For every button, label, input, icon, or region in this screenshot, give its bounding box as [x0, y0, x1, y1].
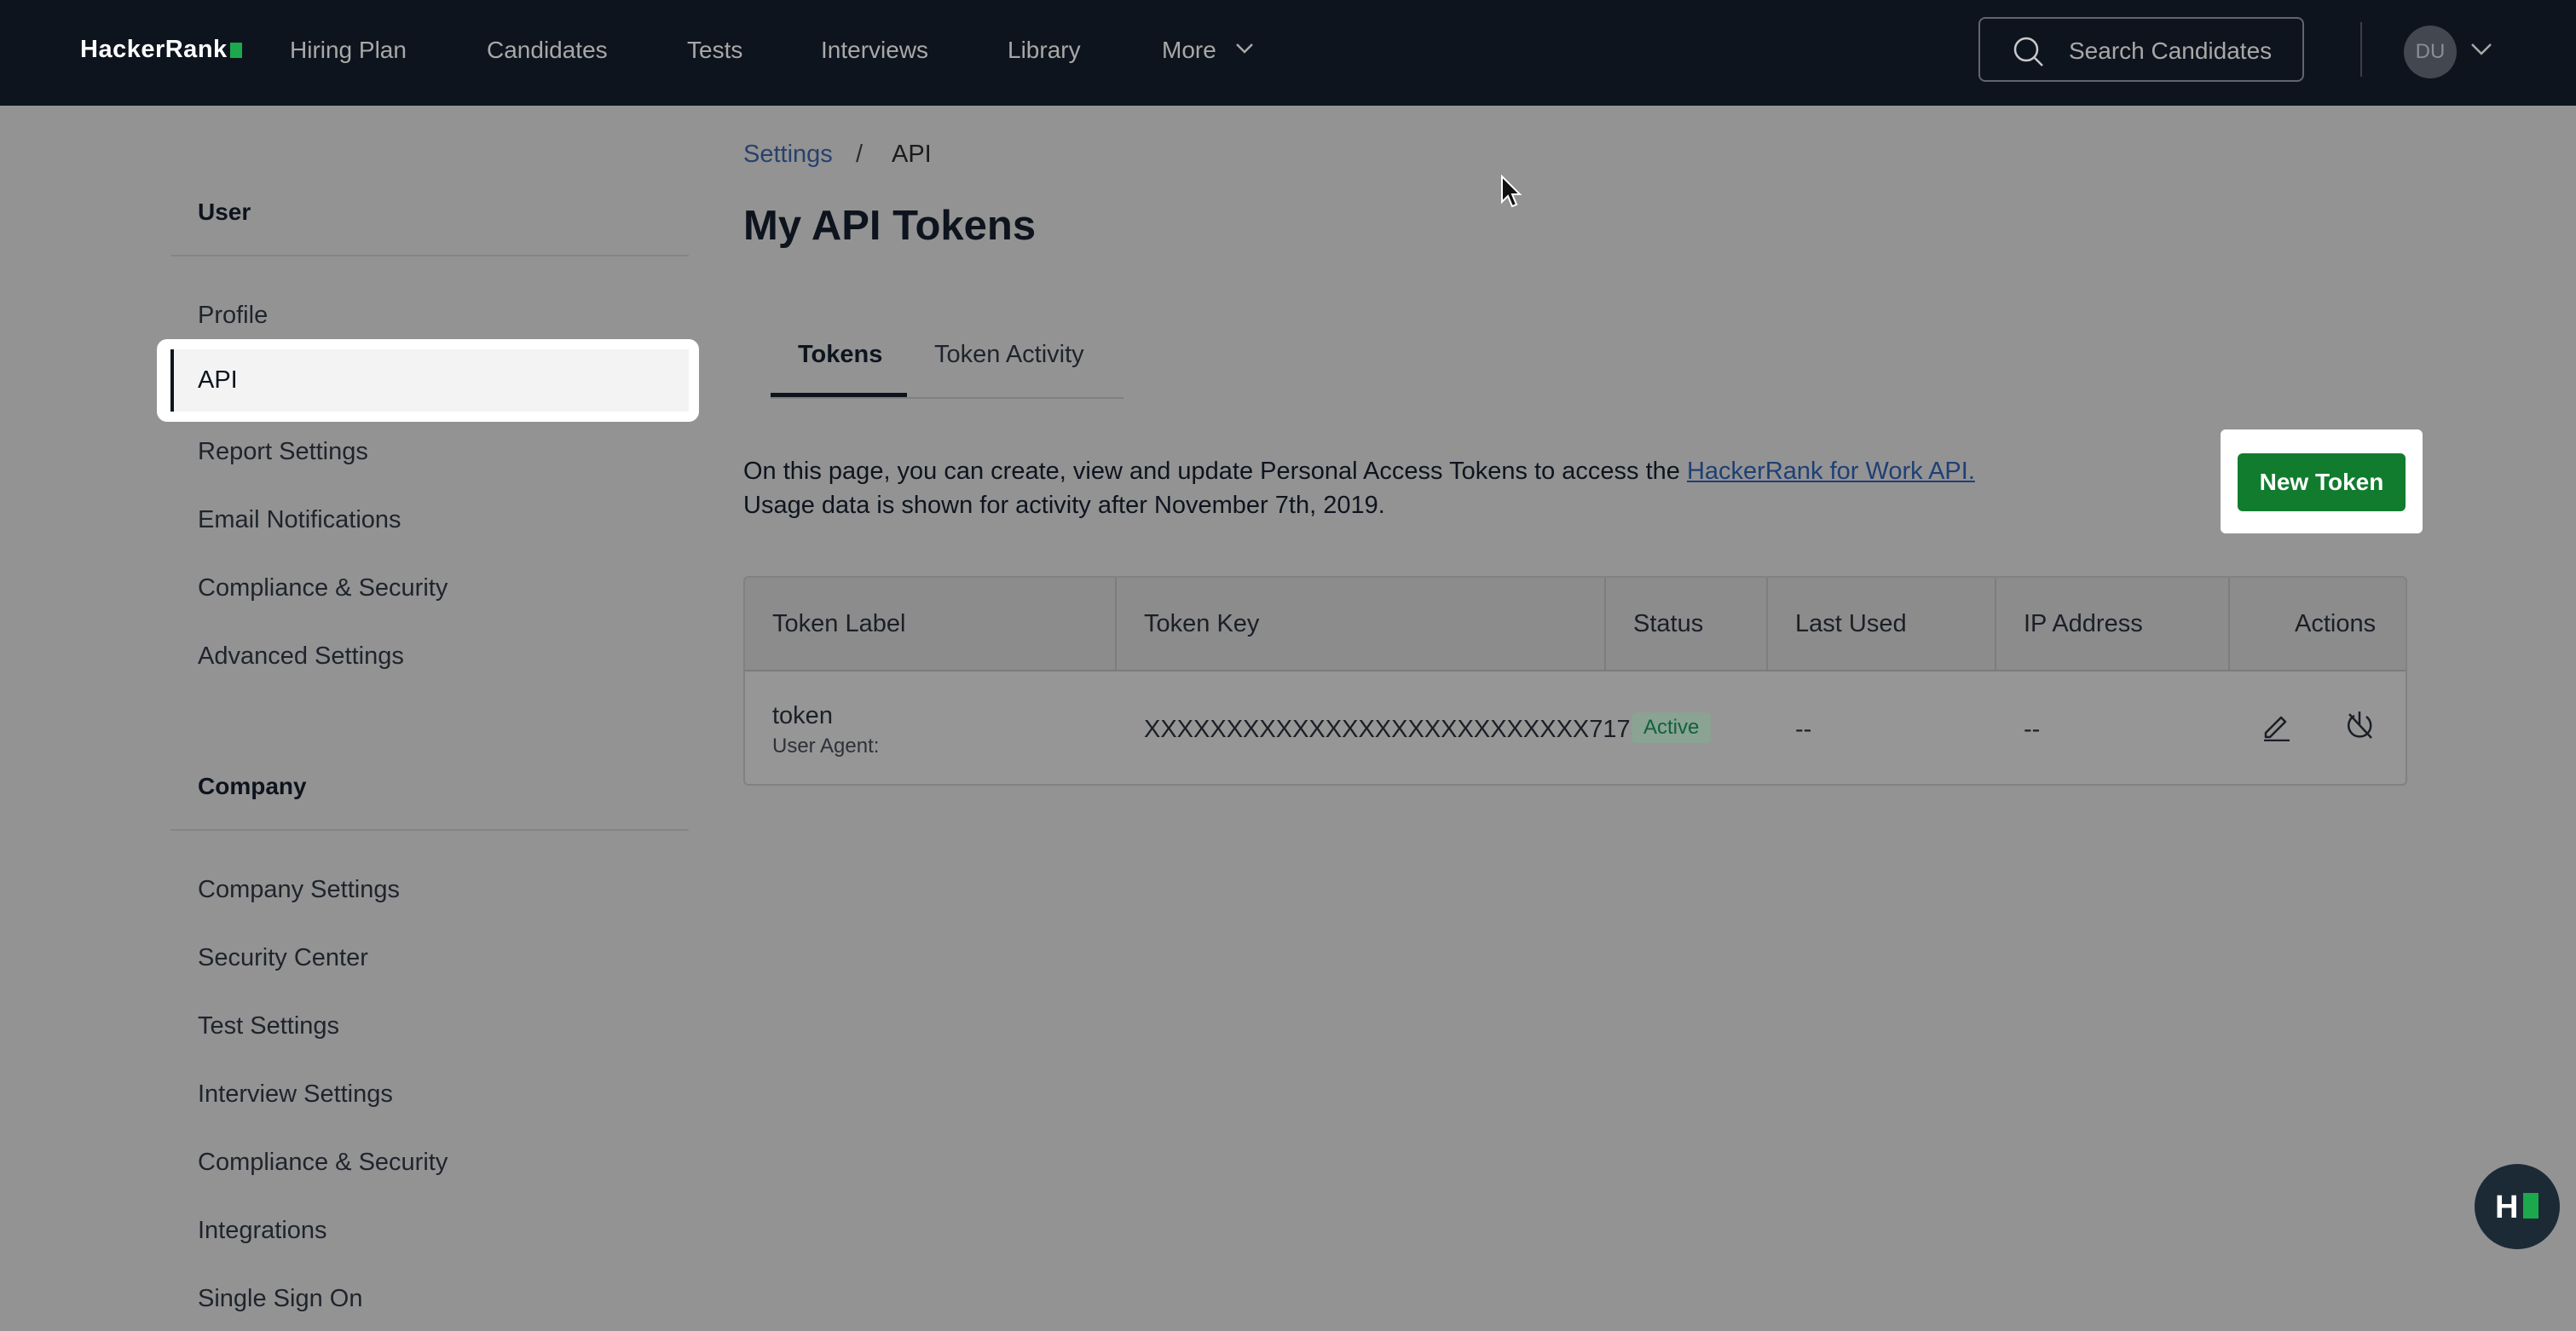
token-user-agent: User Agent: — [772, 735, 880, 758]
column-divider — [1604, 578, 1606, 670]
search-icon — [2013, 37, 2043, 66]
column-divider — [2228, 578, 2230, 670]
page-title: My API Tokens — [743, 203, 1037, 249]
divider — [170, 255, 689, 256]
new-token-highlight: New Token — [2221, 429, 2423, 533]
sidebar-item-report-settings[interactable]: Report Settings — [198, 438, 368, 466]
sidebar-item-advanced-settings[interactable]: Advanced Settings — [198, 642, 404, 671]
nav-interviews[interactable]: Interviews — [821, 37, 928, 64]
sidebar-item-integrations[interactable]: Integrations — [198, 1217, 327, 1245]
active-tab-indicator — [771, 393, 907, 397]
sidebar-item-label: API — [170, 349, 689, 412]
hackerrank-h-icon: H — [2495, 1190, 2519, 1225]
divider — [170, 829, 689, 831]
nav-library[interactable]: Library — [1008, 37, 1081, 64]
nav-divider — [2360, 22, 2362, 77]
tab-bar: Tokens Token Activity — [771, 341, 1123, 399]
tokens-table: Token Label Token Key Status Last Used I… — [743, 576, 2407, 786]
hackerrank-logo[interactable]: HackerRank — [80, 36, 242, 64]
table-header: Token Label Token Key Status Last Used I… — [745, 578, 2406, 671]
avatar[interactable]: DU — [2404, 26, 2457, 78]
column-divider — [1766, 578, 1768, 670]
sidebar-item-company-settings[interactable]: Company Settings — [198, 876, 400, 904]
column-header-actions: Actions — [2295, 610, 2377, 637]
search-candidates-input[interactable]: Search Candidates — [1978, 17, 2304, 82]
logo-square-icon — [229, 43, 242, 58]
column-header-token-label: Token Label — [772, 610, 906, 637]
help-chat-button[interactable]: H — [2475, 1164, 2560, 1249]
sidebar-item-interview-settings[interactable]: Interview Settings — [198, 1080, 393, 1109]
sidebar-item-test-settings[interactable]: Test Settings — [198, 1012, 339, 1040]
sidebar-item-single-sign-on[interactable]: Single Sign On — [198, 1285, 362, 1313]
nav-tests[interactable]: Tests — [687, 37, 742, 64]
column-divider — [1995, 578, 1996, 670]
column-header-token-key: Token Key — [1144, 610, 1260, 637]
sidebar-heading-company: Company — [198, 773, 307, 799]
page-description: On this page, you can create, view and u… — [743, 454, 2005, 522]
token-label: token — [772, 702, 833, 729]
token-ip-address: -- — [2024, 716, 2041, 743]
revoke-icon[interactable] — [2344, 709, 2375, 741]
logo-square-icon — [2523, 1193, 2538, 1219]
sidebar-item-security-center[interactable]: Security Center — [198, 944, 368, 972]
edit-icon[interactable] — [2261, 709, 2293, 741]
sidebar-item-company-compliance-security[interactable]: Compliance & Security — [198, 1149, 448, 1177]
nav-more[interactable]: More — [1162, 37, 1254, 64]
column-header-last-used: Last Used — [1795, 610, 1907, 637]
sidebar-heading-user: User — [198, 199, 251, 225]
description-usage-note: Usage data is shown for activity after N… — [743, 492, 1385, 519]
tab-tokens[interactable]: Tokens — [798, 341, 882, 369]
sidebar-item-email-notifications[interactable]: Email Notifications — [198, 506, 401, 534]
token-last-used: -- — [1795, 716, 1812, 743]
status-badge: Active — [1632, 712, 1712, 743]
nav-more-label: More — [1162, 37, 1216, 63]
hackerrank-api-link[interactable]: HackerRank for Work API. — [1687, 458, 1975, 485]
chevron-down-icon — [1235, 43, 1253, 54]
description-text: On this page, you can create, view and u… — [743, 458, 1687, 485]
chevron-down-icon[interactable] — [2470, 43, 2492, 56]
search-placeholder: Search Candidates — [2069, 37, 2273, 64]
sidebar-item-api[interactable]: API — [157, 339, 699, 422]
tab-token-activity[interactable]: Token Activity — [934, 341, 1084, 369]
top-navbar: HackerRank Hiring Plan Candidates Tests … — [0, 0, 2576, 106]
nav-hiring-plan[interactable]: Hiring Plan — [290, 37, 407, 64]
new-token-button[interactable]: New Token — [2238, 453, 2406, 511]
breadcrumb-current: API — [892, 141, 932, 168]
nav-candidates[interactable]: Candidates — [487, 37, 608, 64]
breadcrumb-separator: / — [856, 141, 863, 168]
token-key: XXXXXXXXXXXXXXXXXXXXXXXXXXX717a6f — [1144, 716, 1665, 743]
column-divider — [1115, 578, 1117, 670]
breadcrumb-settings-link[interactable]: Settings — [743, 141, 833, 169]
sidebar-item-compliance-security[interactable]: Compliance & Security — [198, 574, 448, 602]
sidebar-item-profile[interactable]: Profile — [198, 302, 268, 330]
column-header-status: Status — [1633, 610, 1704, 637]
column-header-ip-address: IP Address — [2024, 610, 2143, 637]
mouse-cursor-icon — [1501, 175, 1522, 208]
